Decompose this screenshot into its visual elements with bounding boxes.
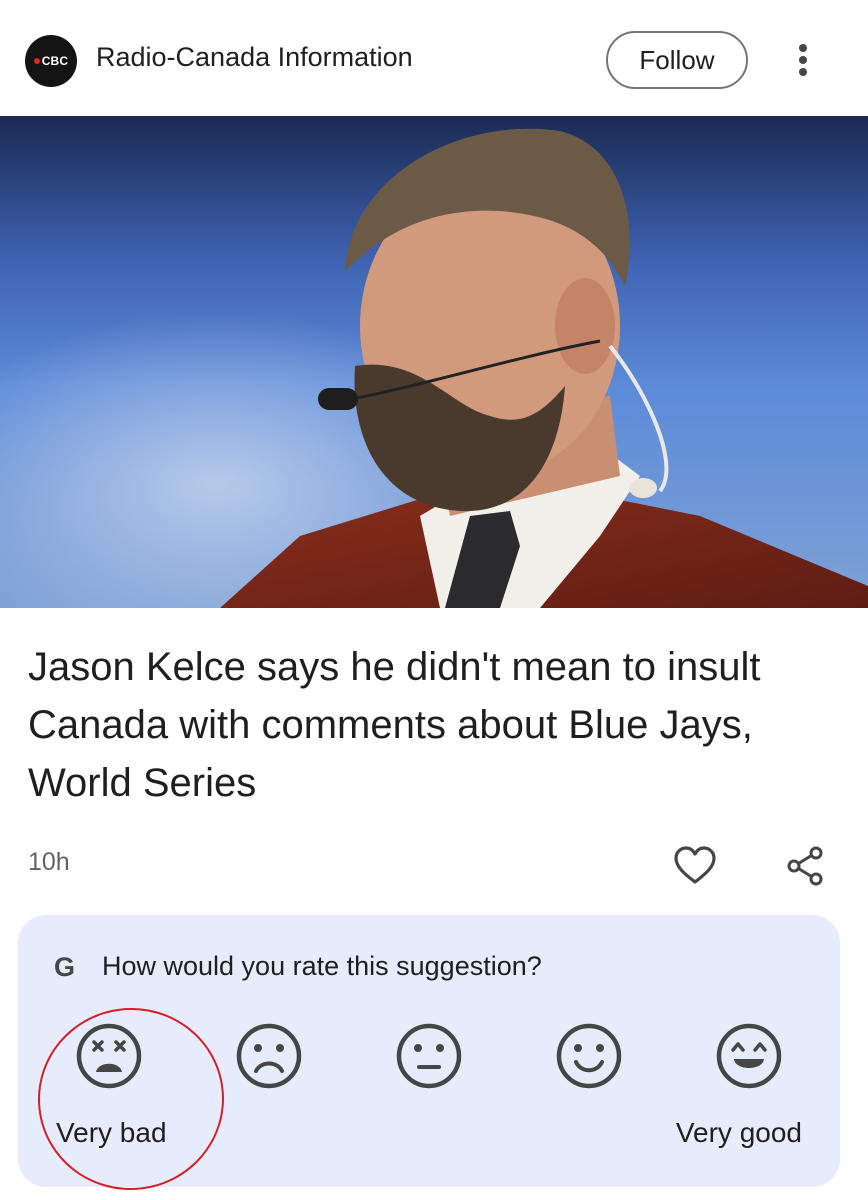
rating-question: How would you rate this suggestion? — [102, 951, 542, 981]
article-hero-image[interactable] — [0, 116, 868, 608]
heart-icon[interactable] — [672, 844, 718, 888]
follow-button[interactable]: Follow — [606, 31, 748, 89]
article-age: 10h — [28, 848, 70, 876]
google-g-icon: G — [54, 952, 76, 982]
logo-text: CBC — [41, 54, 69, 68]
very-bad-face-icon[interactable] — [74, 1021, 144, 1091]
scale-label-very-good: Very good — [675, 1117, 802, 1148]
scale-label-very-bad: Very bad — [56, 1117, 167, 1148]
rating-card: G How would you rate this suggestion? Ve… — [18, 915, 840, 1187]
share-icon[interactable] — [784, 844, 826, 888]
very-good-face-icon[interactable] — [714, 1021, 784, 1091]
bad-face-icon[interactable] — [234, 1021, 304, 1091]
article-headline[interactable]: Jason Kelce says he didn't mean to insul… — [28, 638, 828, 812]
neutral-face-icon[interactable] — [394, 1021, 464, 1091]
more-vert-icon[interactable] — [788, 40, 818, 80]
article-header: CBC Radio-Canada Information Follow — [0, 0, 868, 116]
good-face-icon[interactable] — [554, 1021, 624, 1091]
cbc-gem-icon — [33, 58, 40, 64]
publisher-name[interactable]: Radio-Canada Information — [96, 42, 413, 73]
publisher-logo[interactable]: CBC — [25, 35, 77, 87]
